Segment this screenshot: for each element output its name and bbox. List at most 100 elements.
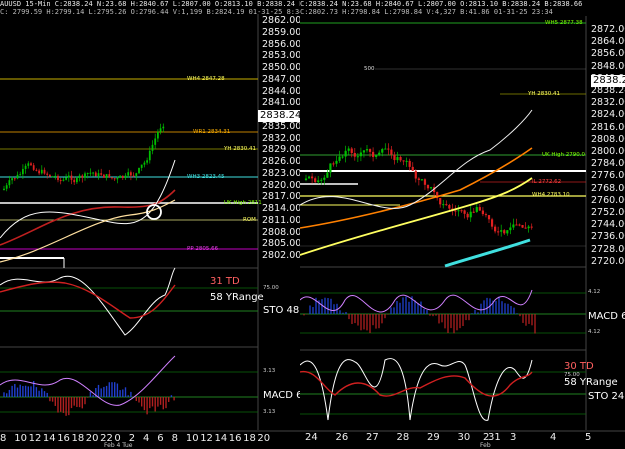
right-candle xyxy=(399,157,402,161)
left-macd-label: MACD 6, xyxy=(263,390,300,401)
left-candle xyxy=(8,180,11,186)
right-candle xyxy=(475,207,478,212)
right-candle xyxy=(311,176,314,179)
left-candle xyxy=(148,150,151,161)
left-candle xyxy=(78,175,81,179)
right-candle xyxy=(417,178,420,180)
right-candle xyxy=(506,230,509,234)
left-price-tick-16: 2814.00 xyxy=(262,203,300,214)
right-candle xyxy=(530,226,533,228)
right-candle xyxy=(356,156,359,158)
right-chart-window[interactable]: C:2838.24 N:23.68 H:2840.67 L:2807.00 O:… xyxy=(300,0,625,449)
right-candle xyxy=(454,210,457,212)
right-xtick-1: 26 xyxy=(335,432,349,443)
left-candle xyxy=(86,173,89,175)
left-ma-white xyxy=(0,159,176,239)
right-candle xyxy=(396,157,399,161)
right-candle xyxy=(490,219,494,227)
left-candle xyxy=(32,165,35,170)
right-candle xyxy=(353,152,356,157)
right-price-tick-7: 2824.00 xyxy=(591,109,625,121)
left-xtick-0: 8 xyxy=(0,433,7,444)
right-sto-label: STO 24 xyxy=(588,391,625,402)
right-level-wh4: WH4 2783.10 xyxy=(532,192,570,198)
left-candle xyxy=(22,168,24,175)
right-ma-orange xyxy=(300,147,533,229)
left-xtick-11: 6 xyxy=(157,433,164,444)
left-xtick-18: 20 xyxy=(257,433,271,444)
left-candle xyxy=(30,163,32,166)
left-price-plot[interactable] xyxy=(0,0,300,449)
right-price-tick-11: 2784.00 xyxy=(591,158,625,170)
left-candle xyxy=(151,144,154,151)
right-yrange-label: 58 YRange xyxy=(564,377,618,388)
right-price-tick-9: 2808.00 xyxy=(591,133,625,145)
left-candle xyxy=(65,177,67,180)
left-candle xyxy=(146,160,148,163)
left-candle xyxy=(162,126,165,129)
left-level-uk-high: UK High 2811 xyxy=(224,200,262,206)
left-candle xyxy=(3,188,5,190)
left-candle xyxy=(103,174,105,178)
left-price-tick-17: 2811.00 xyxy=(262,214,300,226)
left-candle xyxy=(159,128,162,132)
right-candle xyxy=(478,207,481,211)
right-price-tick-8: 2816.00 xyxy=(591,121,625,133)
right-candle xyxy=(387,148,390,150)
right-candle xyxy=(368,149,372,152)
right-xtick-0: 24 xyxy=(305,432,318,443)
left-sto-d xyxy=(0,281,176,319)
left-yrange-label: 58 YRange xyxy=(210,292,264,303)
right-price-tick-2: 2856.00 xyxy=(591,48,625,60)
left-price-tick-12: 2826.00 xyxy=(262,156,300,167)
right-candle xyxy=(359,152,362,157)
left-price-tick-10: 2832.00 xyxy=(262,132,300,144)
left-macd-signal xyxy=(0,355,176,406)
right-candle xyxy=(344,150,347,157)
right-candle xyxy=(481,210,484,215)
right-candle xyxy=(524,227,527,229)
left-chart-window[interactable]: AUUSD 15-Min C:2838.24 N:23.68 H:2840.67… xyxy=(0,0,300,449)
right-level-500: 500 xyxy=(364,66,375,72)
right-price-tick-0: 2872.00 xyxy=(591,24,625,35)
right-candle xyxy=(439,198,442,205)
right-price-tick-14: 2760.00 xyxy=(591,194,625,206)
left-candle xyxy=(84,173,86,178)
left-candle xyxy=(46,173,49,175)
right-candle xyxy=(350,148,353,153)
right-candle xyxy=(429,187,433,189)
left-candle xyxy=(113,178,116,180)
right-candle xyxy=(426,184,430,189)
right-price-tick-12: 2776.00 xyxy=(591,170,625,182)
right-level-uk-high: UK High 2790.0 xyxy=(542,152,586,158)
right-candle xyxy=(338,156,341,161)
left-candle xyxy=(111,177,113,179)
right-candle xyxy=(448,205,451,209)
left-candle xyxy=(76,178,78,183)
left-price-tick-19: 2805.00 xyxy=(262,238,300,250)
right-candle xyxy=(405,160,408,162)
left-ind2-tick-b: 3.13 xyxy=(263,409,276,415)
right-candle xyxy=(423,179,427,185)
right-xtick-5: 30 xyxy=(457,432,471,443)
left-level-wh3: WH3 2823.45 xyxy=(187,174,225,180)
left-price-tick-7: 2841.00 xyxy=(262,97,300,109)
right-candle xyxy=(326,172,329,178)
right-ind1-tick-b: 4.12 xyxy=(588,329,601,335)
right-price-tick-6: 2832.00 xyxy=(591,97,625,109)
right-candle xyxy=(314,178,317,183)
right-candle xyxy=(457,210,460,212)
right-candle xyxy=(445,204,448,206)
left-ind2-tick-a: 3.13 xyxy=(263,368,276,374)
right-xtick-2: 27 xyxy=(366,432,379,443)
left-candle xyxy=(100,173,103,175)
right-price-tick-10: 2800.00 xyxy=(591,146,625,157)
right-candle xyxy=(466,213,469,218)
left-price-tick-14: 2820.00 xyxy=(262,179,300,191)
left-candle xyxy=(19,174,22,176)
right-candle xyxy=(329,163,332,173)
right-price-tick-19: 2720.00 xyxy=(591,255,625,267)
right-candle xyxy=(384,148,387,150)
left-candle xyxy=(94,172,97,177)
left-current-price-box: 2838.24 xyxy=(258,110,300,122)
